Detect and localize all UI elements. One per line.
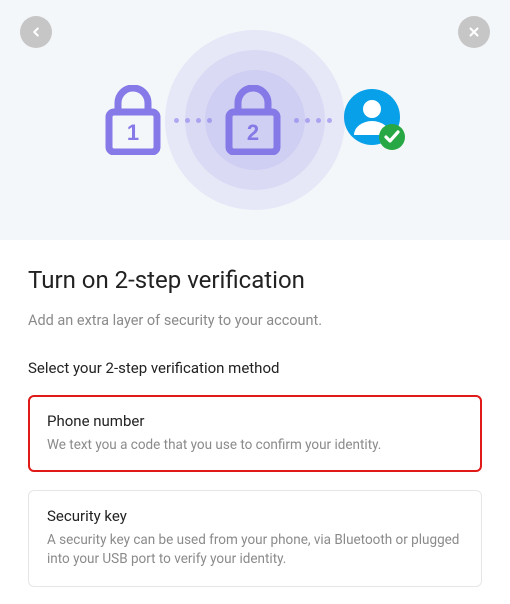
option-desc: We text you a code that you use to confi… [47, 436, 463, 456]
page-subtitle: Add an extra layer of security to your a… [28, 312, 482, 329]
page-title: Turn on 2-step verification [28, 266, 482, 294]
option-desc: A security key can be used from your pho… [47, 531, 463, 570]
option-phone-number[interactable]: Phone number We text you a code that you… [28, 395, 482, 472]
method-label: Select your 2-step verification method [28, 359, 482, 377]
back-button[interactable] [20, 16, 52, 48]
lock-2-icon: 2 [224, 85, 282, 155]
connector-dots-2 [294, 118, 332, 123]
svg-text:2: 2 [247, 120, 259, 145]
option-security-key[interactable]: Security key A security key can be used … [28, 490, 482, 587]
hero: 1 2 [0, 0, 510, 240]
chevron-left-icon [29, 25, 43, 39]
option-title: Phone number [47, 412, 463, 430]
content: Turn on 2-step verification Add an extra… [0, 240, 510, 604]
close-button[interactable] [458, 16, 490, 48]
option-title: Security key [47, 507, 463, 525]
connector-dots [174, 118, 212, 123]
user-verified-icon [344, 89, 406, 151]
close-icon [467, 25, 481, 39]
lock-1-icon: 1 [104, 85, 162, 155]
svg-text:1: 1 [127, 120, 139, 145]
two-step-illustration: 1 2 [104, 85, 406, 155]
